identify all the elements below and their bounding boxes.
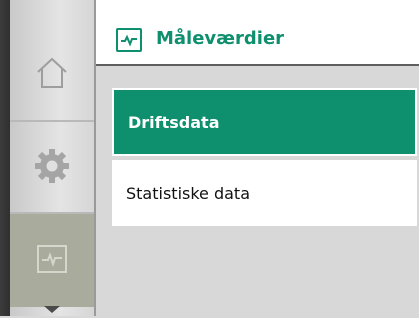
menu-item-label: Driftsdata <box>128 112 220 132</box>
menu-item-label: Statistiske data <box>126 183 251 203</box>
measurement-icon <box>116 28 142 52</box>
header: Måleværdier <box>96 0 419 66</box>
scroll-down-indicator[interactable] <box>10 300 94 316</box>
sidebar-item-settings[interactable] <box>10 122 94 214</box>
sidebar-item-home[interactable] <box>10 30 94 120</box>
chevron-down-icon <box>42 299 62 318</box>
menu-item-driftsdata[interactable]: Driftsdata <box>112 88 417 156</box>
gear-icon <box>33 147 71 189</box>
sidebar-item-measurements[interactable] <box>10 214 94 307</box>
page-title: Måleværdier <box>156 28 285 49</box>
home-icon <box>34 55 70 95</box>
measurement-icon <box>37 244 67 277</box>
menu-item-statistiske-data[interactable]: Statistiske data <box>112 160 417 226</box>
